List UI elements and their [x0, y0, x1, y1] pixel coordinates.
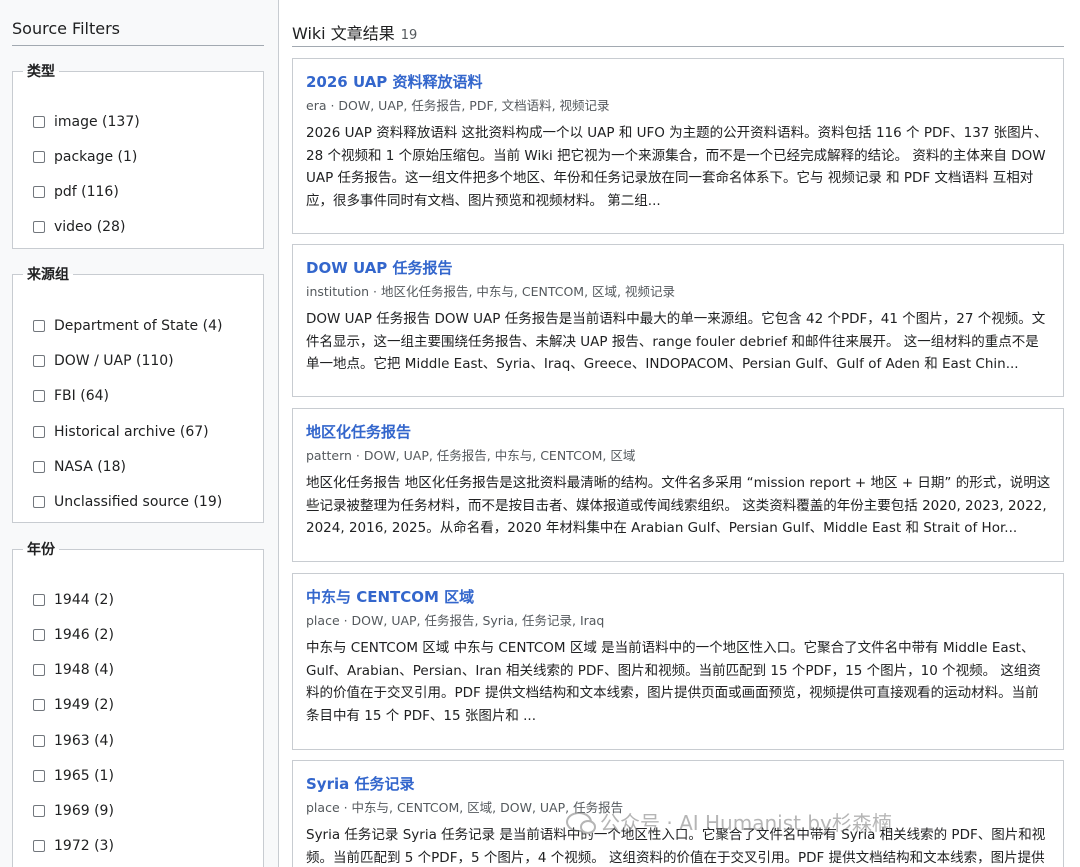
filter-option-label: 1965 (1)	[54, 768, 114, 784]
checkbox[interactable]	[33, 699, 45, 711]
filter-option-label: FBI (64)	[54, 388, 109, 404]
checkbox[interactable]	[33, 805, 45, 817]
result-title-link[interactable]: 地区化任务报告	[306, 421, 1051, 443]
filter-option-department-of-state[interactable]: Department of State (4)	[33, 316, 222, 336]
result-meta: pattern · DOW, UAP, 任务报告, 中东与, CENTCOM, …	[306, 448, 636, 463]
checkbox[interactable]	[33, 496, 45, 508]
filter-option-label: package (1)	[54, 149, 138, 165]
filter-option-1963[interactable]: 1963 (4)	[33, 731, 114, 751]
checkbox[interactable]	[33, 461, 45, 473]
result-card: 中东与 CENTCOM 区域 place · DOW, UAP, 任务报告, S…	[292, 573, 1064, 750]
result-title-link[interactable]: Syria 任务记录	[306, 773, 1051, 795]
filter-option-label: 1963 (4)	[54, 733, 114, 749]
checkbox[interactable]	[33, 221, 45, 233]
checkbox[interactable]	[33, 664, 45, 676]
result-title-link[interactable]: 2026 UAP 资料释放语料	[306, 71, 1051, 93]
checkbox[interactable]	[33, 151, 45, 163]
result-title-link[interactable]: DOW UAP 任务报告	[306, 257, 1051, 279]
filter-option-label: 1969 (9)	[54, 803, 114, 819]
checkbox[interactable]	[33, 186, 45, 198]
results-count: 19	[400, 28, 418, 43]
result-card: DOW UAP 任务报告 institution · 地区化任务报告, 中东与,…	[292, 244, 1064, 397]
filter-option-label: 1948 (4)	[54, 662, 114, 678]
result-card: 2026 UAP 资料释放语料 era · DOW, UAP, 任务报告, PD…	[292, 58, 1064, 234]
filter-option-image[interactable]: image (137)	[33, 112, 140, 132]
filter-option-pdf[interactable]: pdf (116)	[33, 182, 119, 202]
filter-option-nasa[interactable]: NASA (18)	[33, 457, 126, 477]
filter-option-label: 1944 (2)	[54, 592, 114, 608]
filter-option-label: image (137)	[54, 114, 140, 130]
filter-option-label: Department of State (4)	[54, 318, 223, 334]
results-panel: Wiki 文章结果 19 2026 UAP 资料释放语料 era · DOW, U…	[279, 0, 1080, 867]
filter-group-type: 类型 image (137) package (1) pdf (116) vid…	[12, 61, 264, 249]
results-header: Wiki 文章结果 19	[292, 20, 1064, 47]
result-card: 地区化任务报告 pattern · DOW, UAP, 任务报告, 中东与, C…	[292, 408, 1064, 562]
filter-option-unclassified-source[interactable]: Unclassified source (19)	[33, 492, 222, 512]
source-filters-sidebar: Source Filters 类型 image (137) package (1…	[0, 0, 279, 867]
sidebar-title: Source Filters	[12, 19, 264, 46]
checkbox[interactable]	[33, 116, 45, 128]
checkbox[interactable]	[33, 355, 45, 367]
filter-group-source: 来源组 Department of State (4) DOW / UAP (1…	[12, 264, 264, 523]
result-title-link[interactable]: 中东与 CENTCOM 区域	[306, 586, 1051, 608]
filter-group-year: 年份 1944 (2) 1946 (2) 1948 (4) 1949 (2) 1…	[12, 539, 264, 867]
result-snippet: Syria 任务记录 Syria 任务记录 是当前语料中的一个地区性入口。它聚合…	[306, 827, 1046, 866]
filter-option-label: 1972 (3)	[54, 838, 114, 854]
filter-option-label: Unclassified source (19)	[54, 494, 223, 510]
checkbox[interactable]	[33, 629, 45, 641]
filter-option-label: DOW / UAP (110)	[54, 353, 174, 369]
result-meta: place · DOW, UAP, 任务报告, Syria, 任务记录, Ira…	[306, 613, 605, 628]
filter-option-label: 1949 (2)	[54, 697, 114, 713]
checkbox[interactable]	[33, 426, 45, 438]
filter-option-1965[interactable]: 1965 (1)	[33, 766, 114, 786]
checkbox[interactable]	[33, 735, 45, 747]
result-snippet: 地区化任务报告 地区化任务报告是这批资料最清晰的结构。文件名多采用 “missi…	[306, 475, 1051, 536]
filter-option-1949[interactable]: 1949 (2)	[33, 695, 114, 715]
result-snippet: 中东与 CENTCOM 区域 中东与 CENTCOM 区域 是当前语料中的一个地…	[306, 640, 1041, 724]
checkbox[interactable]	[33, 594, 45, 606]
filter-group-type-legend: 类型	[27, 64, 55, 80]
filter-option-label: 1946 (2)	[54, 627, 114, 643]
result-meta: place · 中东与, CENTCOM, 区域, DOW, UAP, 任务报告	[306, 800, 624, 815]
checkbox[interactable]	[33, 770, 45, 782]
filter-option-package[interactable]: package (1)	[33, 147, 137, 167]
filter-option-dow-uap[interactable]: DOW / UAP (110)	[33, 351, 174, 371]
filter-option-video[interactable]: video (28)	[33, 217, 125, 237]
result-card: Syria 任务记录 place · 中东与, CENTCOM, 区域, DOW…	[292, 760, 1064, 867]
filter-option-label: Historical archive (67)	[54, 424, 209, 440]
checkbox[interactable]	[33, 390, 45, 402]
filter-option-1972[interactable]: 1972 (3)	[33, 836, 114, 856]
filter-option-label: video (28)	[54, 219, 126, 235]
checkbox[interactable]	[33, 320, 45, 332]
filter-option-1944[interactable]: 1944 (2)	[33, 590, 114, 610]
filter-option-label: pdf (116)	[54, 184, 119, 200]
filter-group-year-legend: 年份	[27, 542, 55, 558]
result-meta: institution · 地区化任务报告, 中东与, CENTCOM, 区域,…	[306, 284, 675, 299]
result-meta: era · DOW, UAP, 任务报告, PDF, 文档语料, 视频记录	[306, 98, 610, 113]
filter-option-historical-archive[interactable]: Historical archive (67)	[33, 422, 209, 442]
filter-group-source-legend: 来源组	[27, 267, 69, 283]
result-snippet: DOW UAP 任务报告 DOW UAP 任务报告是当前语料中最大的单一来源组。…	[306, 311, 1046, 372]
filter-option-1946[interactable]: 1946 (2)	[33, 625, 114, 645]
checkbox[interactable]	[33, 840, 45, 852]
filter-option-label: NASA (18)	[54, 459, 126, 475]
results-title: Wiki 文章结果	[292, 24, 395, 43]
filter-option-1969[interactable]: 1969 (9)	[33, 801, 114, 821]
result-snippet: 2026 UAP 资料释放语料 这批资料构成一个以 UAP 和 UFO 为主题的…	[306, 125, 1048, 209]
filter-option-1948[interactable]: 1948 (4)	[33, 660, 114, 680]
filter-option-fbi[interactable]: FBI (64)	[33, 386, 109, 406]
